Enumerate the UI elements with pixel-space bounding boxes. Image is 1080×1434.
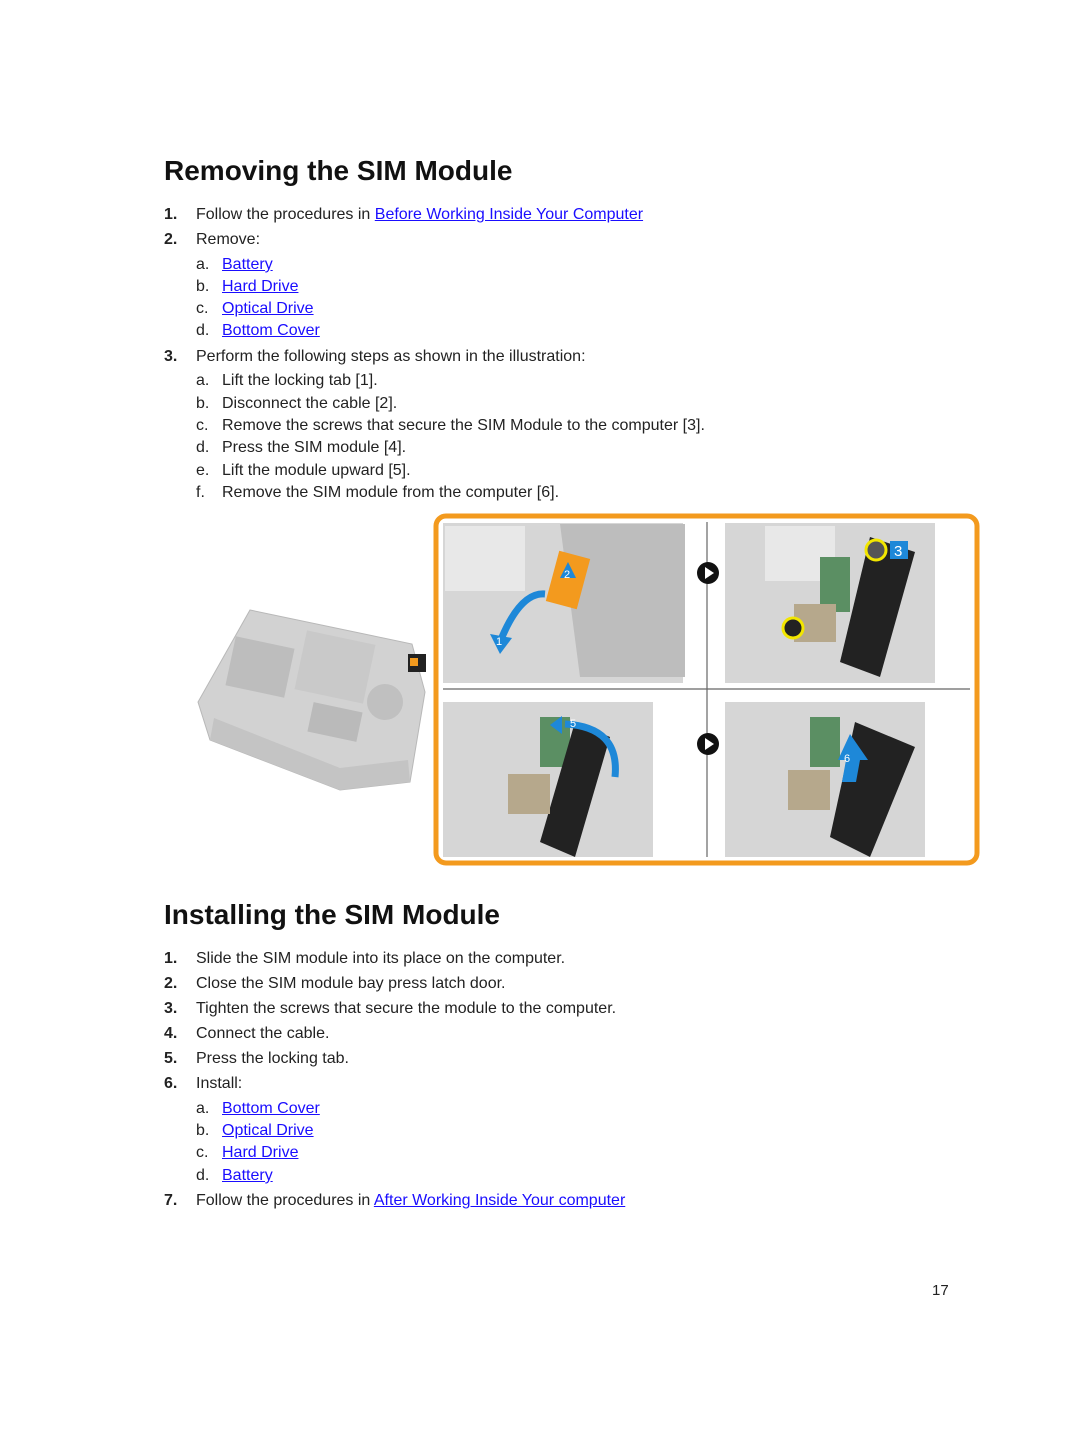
link-hard-drive[interactable]: Hard Drive <box>222 277 298 297</box>
computer-overview-image <box>197 609 426 791</box>
link-bottom-cover[interactable]: Bottom Cover <box>222 321 320 341</box>
page-number: 17 <box>932 1282 949 1299</box>
link-after-working[interactable]: After Working Inside Your computer <box>374 1192 625 1209</box>
link-hard-drive[interactable]: Hard Drive <box>222 1143 298 1163</box>
link-optical-drive[interactable]: Optical Drive <box>222 1121 314 1141</box>
panel-step-3: 3 <box>725 523 935 683</box>
callout-6: 6 <box>844 753 850 765</box>
link-before-working[interactable]: Before Working Inside Your Computer <box>375 206 643 223</box>
link-optical-drive[interactable]: Optical Drive <box>222 299 314 319</box>
link-battery[interactable]: Battery <box>222 1166 273 1186</box>
link-bottom-cover[interactable]: Bottom Cover <box>222 1099 320 1119</box>
callout-3: 3 <box>894 543 902 560</box>
panel-step-1-2: 1 2 <box>443 523 685 683</box>
section-title-installing: Installing the SIM Module <box>164 899 500 930</box>
callout-5: 5 <box>570 718 576 730</box>
callout-1: 1 <box>496 636 502 648</box>
link-battery[interactable]: Battery <box>222 255 273 275</box>
sim-module-removal-illustration: 1 2 3 5 6 <box>197 513 980 866</box>
panel-step-4-5: 5 <box>443 702 653 857</box>
panel-step-6: 6 <box>725 702 925 857</box>
section-title-removing: Removing the SIM Module <box>164 155 513 186</box>
callout-2: 2 <box>564 569 570 581</box>
